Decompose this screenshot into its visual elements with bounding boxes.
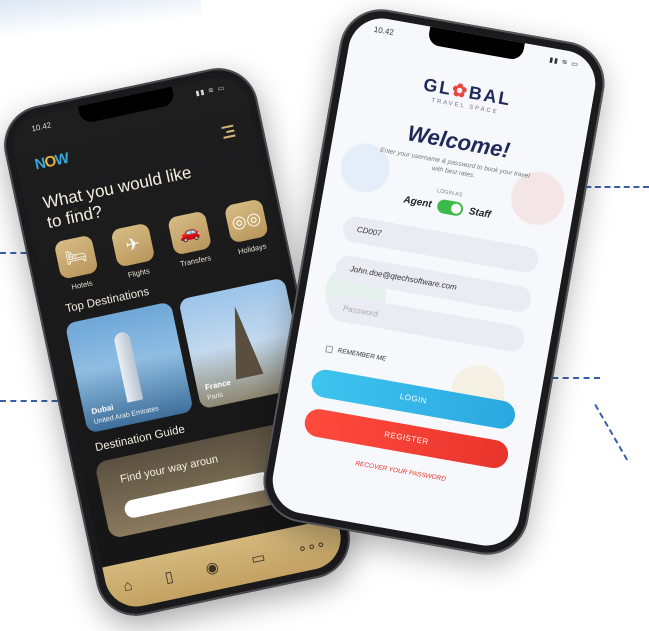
category-hotels[interactable]: 🛏 Hotels — [48, 233, 108, 294]
status-time: 10.42 — [30, 120, 53, 134]
role-agent-label: Agent — [402, 194, 433, 210]
phone-notch — [77, 86, 176, 125]
status-signal-icon: ▮▮ ≋ ▭ — [548, 56, 580, 69]
eiffel-tower-image — [221, 303, 264, 380]
category-label: Flights — [127, 266, 151, 280]
more-icon[interactable]: ∘∘∘ — [296, 535, 327, 558]
profile-icon[interactable]: ◉ — [204, 557, 220, 577]
binoculars-icon: ◎◎ — [223, 198, 269, 244]
status-signal-icon: ▮▮ ≋ ▭ — [195, 84, 226, 98]
plane-icon: ✈ — [110, 222, 156, 268]
background-accent — [0, 0, 203, 42]
destination-card-dubai[interactable]: Dubai United Arab Emirates — [64, 301, 194, 434]
status-time: 10.42 — [373, 24, 395, 38]
destination-name: Dubai — [90, 402, 115, 417]
logo-text-left: GL — [421, 74, 454, 100]
connector-line — [594, 404, 628, 461]
checkbox-icon — [325, 345, 334, 354]
car-icon: 🚗 — [167, 210, 213, 256]
burj-al-arab-image — [112, 330, 144, 403]
right-phone-screen: 10.42 ▮▮ ≋ ▭ GL✿BAL TRAVEL SPACE Welcome… — [267, 13, 601, 551]
remember-me-label: REMEMBER ME — [336, 347, 387, 363]
menu-icon[interactable] — [221, 124, 236, 142]
right-phone: 10.42 ▮▮ ≋ ▭ GL✿BAL TRAVEL SPACE Welcome… — [256, 2, 612, 562]
wallet-icon[interactable]: ▭ — [249, 548, 267, 569]
guide-text: Find your way aroun — [119, 453, 220, 486]
category-label: Transfers — [179, 253, 212, 269]
category-label: Hotels — [70, 278, 94, 292]
luggage-icon[interactable]: ▯ — [163, 567, 175, 586]
destination-country: Paris — [206, 391, 224, 402]
destination-name: France — [204, 377, 232, 393]
home-icon[interactable]: ⌂ — [122, 576, 134, 595]
bed-icon: 🛏 — [53, 234, 99, 280]
category-flights[interactable]: ✈ Flights — [104, 221, 164, 282]
role-staff-label: Staff — [468, 205, 492, 221]
category-holidays[interactable]: ◎◎ Holidays — [218, 197, 278, 258]
phone-notch — [427, 26, 525, 61]
now-logo: NOW — [33, 149, 70, 174]
remember-me-checkbox[interactable]: REMEMBER ME — [325, 345, 387, 363]
category-transfers[interactable]: 🚗 Transfers — [161, 209, 221, 270]
category-label: Holidays — [237, 241, 268, 257]
role-toggle[interactable] — [436, 198, 465, 217]
